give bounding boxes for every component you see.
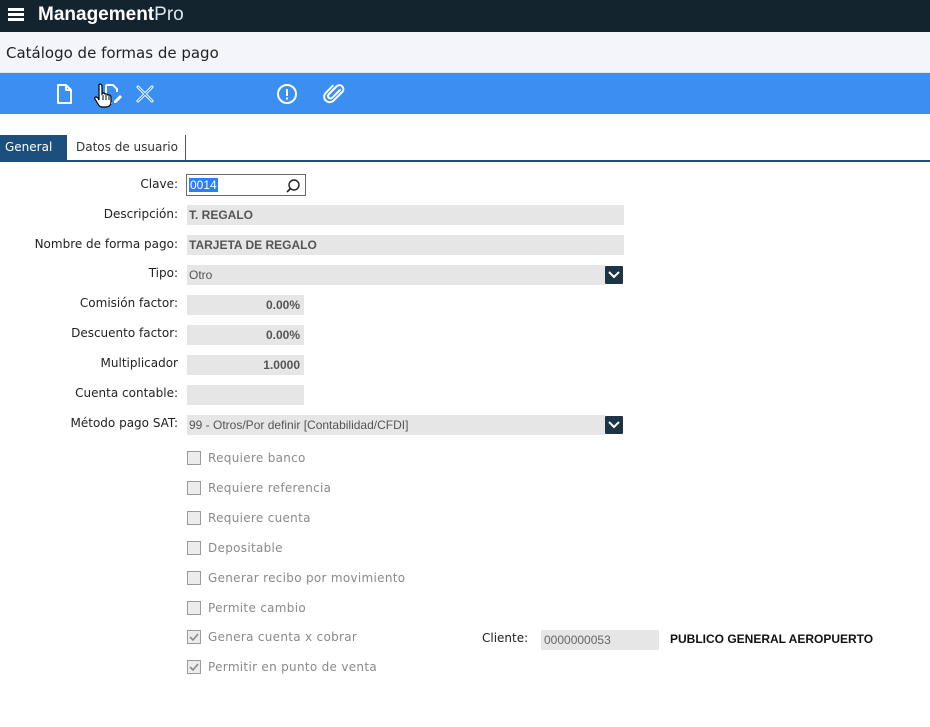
checkbox-box[interactable]: [187, 660, 201, 674]
tipo-label: Tipo:: [148, 266, 178, 280]
tab-datos-de-usuario[interactable]: Datos de usuario: [71, 135, 186, 160]
checkbox-box[interactable]: [187, 571, 201, 585]
new-document-icon: [57, 84, 72, 104]
info-button[interactable]: [275, 82, 299, 106]
metodo-pago-label: Método pago SAT:: [70, 416, 178, 430]
descripcion-field[interactable]: T. REGALO: [187, 205, 624, 225]
checkmark-icon: [189, 663, 199, 672]
metodo-pago-select[interactable]: 99 - Otros/Por definir [Contabilidad/CFD…: [187, 415, 605, 435]
attach-button[interactable]: [322, 82, 346, 106]
delete-icon: [136, 85, 154, 103]
title-bar: Catálogo de formas de pago: [0, 32, 930, 73]
cliente-label: Cliente:: [482, 631, 529, 645]
nombre-forma-pago-field[interactable]: TARJETA DE REGALO: [187, 235, 624, 255]
attach-icon: [323, 84, 345, 104]
tipo-dropdown-button[interactable]: [605, 266, 623, 284]
page-title: Catálogo de formas de pago: [6, 44, 219, 62]
descuento-label: Descuento factor:: [71, 326, 178, 340]
checkbox-box[interactable]: [187, 481, 201, 495]
checkbox-label: Requiere cuenta: [208, 511, 311, 525]
edit-icon: [105, 84, 122, 104]
comision-label: Comisión factor:: [79, 296, 178, 310]
edit-button[interactable]: [100, 82, 124, 106]
tab-bar: General Datos de usuario: [0, 133, 930, 162]
descuento-factor-field[interactable]: 0.00%: [187, 325, 304, 345]
app-logo: ManagementPro: [38, 4, 184, 26]
clave-label: Clave:: [140, 177, 178, 191]
checkmark-icon: [189, 633, 199, 642]
chevron-down-icon: [608, 421, 620, 429]
tab-general[interactable]: General: [0, 135, 67, 160]
delete-button[interactable]: [133, 82, 157, 106]
cliente-name: PUBLICO GENERAL AEROPUERTO: [670, 632, 874, 646]
checkbox-label: Permitir en punto de venta: [208, 660, 377, 674]
metodo-pago-dropdown-button[interactable]: [605, 416, 623, 434]
comision-factor-field[interactable]: 0.00%: [187, 295, 304, 315]
app-header: ManagementPro: [0, 0, 930, 32]
tipo-select[interactable]: Otro: [187, 265, 605, 285]
checkbox-label: Requiere referencia: [208, 481, 332, 495]
checkbox-label: Depositable: [208, 541, 283, 555]
clave-input[interactable]: 0014: [186, 174, 306, 196]
cuenta-contable-label: Cuenta contable:: [75, 386, 178, 400]
checkbox-label: Requiere banco: [208, 451, 306, 465]
checkbox-box[interactable]: [187, 601, 201, 615]
cliente-field[interactable]: 0000000053: [541, 630, 659, 650]
nombre-forma-pago-label: Nombre de forma pago:: [34, 237, 178, 251]
multiplicador-field[interactable]: 1.0000: [187, 355, 304, 375]
info-icon: [277, 84, 297, 104]
brand-light: Pro: [154, 4, 184, 25]
new-button[interactable]: [52, 82, 76, 106]
checkbox-label: Genera cuenta x cobrar: [208, 630, 358, 644]
brand-bold: Management: [38, 4, 155, 25]
checkbox-box[interactable]: [187, 630, 201, 644]
toolbar: [0, 73, 930, 114]
checkbox-box[interactable]: [187, 451, 201, 465]
search-icon[interactable]: [285, 178, 301, 194]
chevron-down-icon: [608, 271, 620, 279]
clave-value: 0014: [189, 178, 218, 192]
checkbox-label: Generar recibo por movimiento: [208, 571, 406, 585]
checkbox-box[interactable]: [187, 541, 201, 555]
cuenta-contable-field[interactable]: [187, 385, 304, 405]
checkbox-label: Permite cambio: [208, 601, 306, 615]
multiplicador-label: Multiplicador: [100, 356, 178, 370]
menu-icon[interactable]: [8, 8, 24, 22]
descripcion-label: Descripción:: [103, 207, 178, 221]
checkbox-box[interactable]: [187, 511, 201, 525]
